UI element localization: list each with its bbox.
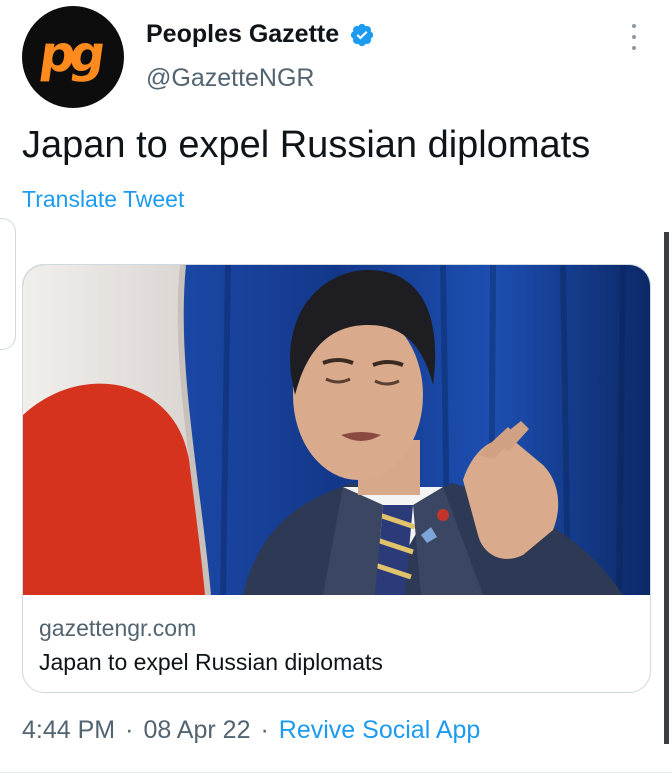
link-card-title[interactable]: Japan to expel Russian diplomats [39,649,383,676]
avatar[interactable]: pg [22,6,124,108]
more-dot-icon [632,35,636,39]
link-card-domain[interactable]: gazettengr.com [39,615,196,642]
link-preview-image[interactable] [23,265,650,595]
meta-separator: · [125,716,134,744]
link-preview-card[interactable]: gazettengr.com Japan to expel Russian di… [22,264,651,693]
tweet-text: Japan to expel Russian diplomats [22,124,591,166]
more-dot-icon [632,24,636,28]
scrollbar[interactable] [664,232,669,744]
more-dot-icon [632,46,636,50]
meta-separator: · [260,716,269,744]
tweet-source-link[interactable]: Revive Social App [279,716,481,745]
account-handle[interactable]: @GazetteNGR [146,64,314,93]
verified-badge-icon [351,23,374,46]
avatar-logo-text: pg [36,25,104,83]
more-options-icon[interactable] [628,24,640,50]
display-name-row[interactable]: Peoples Gazette [146,20,375,49]
tweet-meta: 4:44 PM · 08 Apr 22 · Revive Social App [22,716,480,745]
display-name[interactable]: Peoples Gazette [146,20,339,49]
translate-tweet-link[interactable]: Translate Tweet [22,186,184,213]
tweet-date[interactable]: 08 Apr 22 [143,716,250,745]
overlay-panel-edge [0,218,16,350]
divider [0,772,672,773]
tweet-time[interactable]: 4:44 PM [22,716,115,745]
